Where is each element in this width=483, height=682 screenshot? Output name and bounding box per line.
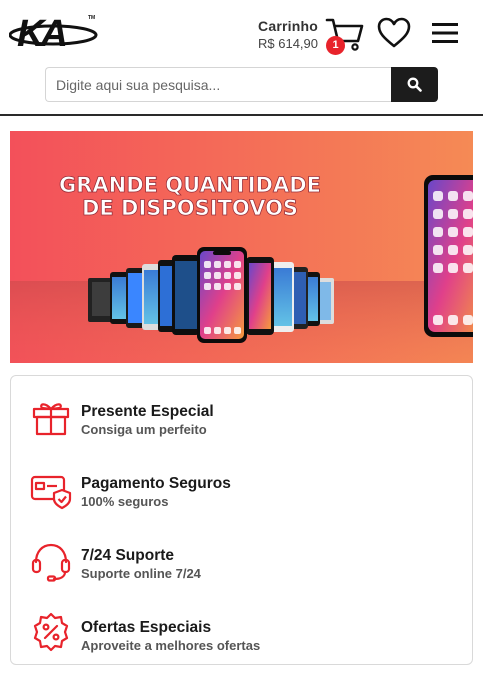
discount-badge-icon — [33, 612, 69, 652]
banner-headline-line2: DE DISPOSITOVOS — [82, 196, 298, 220]
site-logo[interactable]: KA TM — [8, 10, 101, 55]
banner-headline-line1: GRANDE QUANTIDADE — [59, 173, 321, 197]
features-list: Presente Especial Consiga um perfeito Pa… — [10, 375, 473, 665]
feature-subtitle: Aproveite a melhores ofertas — [81, 638, 261, 653]
wishlist-button[interactable] — [376, 16, 412, 50]
logo-text: KA — [17, 13, 65, 52]
heart-icon — [377, 17, 411, 48]
feature-item-offers: Ofertas Especiais Aproveite a melhores o… — [11, 600, 474, 660]
feature-item-support: 7/24 Suporte Suporte online 7/24 — [11, 528, 474, 588]
devices-banner-image: GRANDE QUANTIDADE DE DISPOSITOVOS — [10, 131, 473, 363]
cart-summary[interactable]: Carrinho R$ 614,90 — [250, 18, 318, 51]
menu-button[interactable] — [430, 20, 460, 46]
feature-title: Presente Especial — [81, 403, 214, 420]
feature-title: Ofertas Especiais — [81, 619, 212, 636]
feature-title: 7/24 Suporte — [81, 547, 175, 564]
feature-subtitle: Suporte online 7/24 — [81, 566, 201, 581]
search-input[interactable] — [45, 67, 392, 102]
cart-total: R$ 614,90 — [258, 36, 318, 51]
secure-payment-card-icon — [30, 475, 72, 510]
search-button[interactable] — [391, 67, 438, 102]
search-bar — [45, 67, 438, 102]
logo-trademark: TM — [88, 15, 95, 21]
cart-label: Carrinho — [258, 18, 318, 34]
search-icon — [407, 77, 422, 92]
feature-item-gift: Presente Especial Consiga um perfeito — [11, 384, 474, 444]
promo-banner[interactable]: GRANDE QUANTIDADE DE DISPOSITOVOS — [10, 131, 473, 363]
feature-item-payment: Pagamento Seguros 100% seguros — [11, 456, 474, 516]
feature-title: Pagamento Seguros — [81, 475, 231, 492]
feature-subtitle: 100% seguros — [81, 494, 169, 509]
headset-support-icon — [31, 543, 71, 582]
hamburger-menu-icon — [432, 23, 458, 43]
gift-icon — [32, 403, 70, 436]
cart-count-badge: 1 — [326, 36, 345, 55]
feature-subtitle: Consiga um perfeito — [81, 422, 207, 437]
site-header: KA TM Carrinho R$ 614,90 1 — [0, 0, 483, 116]
logo-icon: KA TM — [8, 13, 98, 55]
